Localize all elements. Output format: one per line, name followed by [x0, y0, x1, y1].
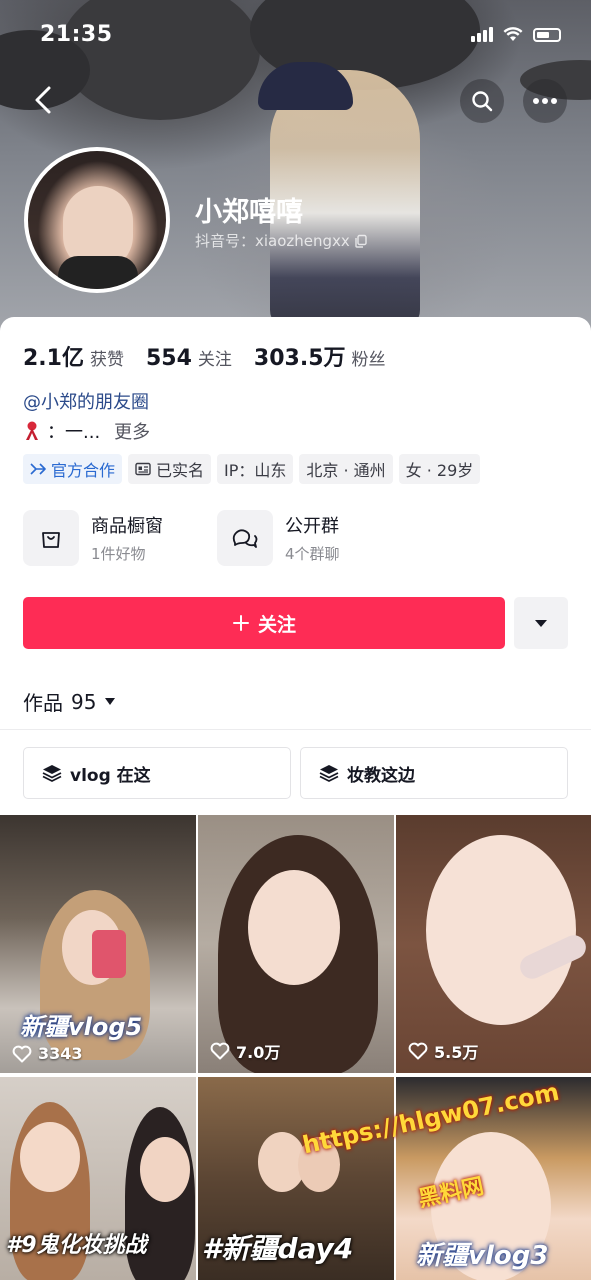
- video-thumbnail[interactable]: 5.5万: [396, 815, 591, 1073]
- tag-location: 北京 · 通州: [299, 454, 393, 484]
- tag-verified-identity: 已实名: [128, 454, 212, 484]
- shortcut-text: 商品橱窗 1件好物: [91, 512, 163, 564]
- heart-icon: [210, 1042, 230, 1060]
- follow-button[interactable]: 关注: [23, 597, 505, 649]
- tag-label: 官方合作: [51, 461, 116, 480]
- search-button[interactable]: [460, 79, 504, 123]
- stat-label: 关注: [197, 350, 232, 370]
- video-caption: #新疆day4: [202, 1232, 354, 1265]
- douyin-id-text: 抖音号：xiaozhengxx: [195, 232, 350, 250]
- shop-window-entry[interactable]: 商品橱窗 1件好物: [23, 510, 163, 566]
- wifi-icon: [503, 27, 523, 41]
- shortcut-icon-box: [217, 510, 273, 566]
- tag-label: 北京 · 通州: [306, 461, 386, 480]
- back-arrow-icon[interactable]: [26, 82, 62, 118]
- stat-followers[interactable]: 303.5万 粉丝: [254, 340, 386, 372]
- shopping-bag-icon: [42, 532, 60, 548]
- profile-tags: 官方合作 已实名 IP：山东 北京 · 通州 女 · 29岁: [23, 454, 481, 484]
- follow-button-label: 关注: [257, 613, 296, 636]
- tag-label: 女 · 29岁: [405, 461, 474, 480]
- video-likes-count: 5.5万: [434, 1043, 479, 1062]
- stat-value: 2.1亿: [23, 346, 84, 371]
- bio-text: ：一...: [47, 422, 101, 443]
- heart-icon: [12, 1045, 32, 1062]
- douyin-id[interactable]: 抖音号：xiaozhengxx: [195, 230, 368, 251]
- chat-bubbles-icon: [232, 529, 258, 548]
- shortcut-text: 公开群 4个群聊: [285, 512, 340, 564]
- official-icon: [30, 463, 46, 475]
- follow-dropdown-button[interactable]: [514, 597, 568, 649]
- collection-vlog[interactable]: vlog 在这: [23, 747, 291, 799]
- thumbnail-phone: [92, 930, 126, 978]
- ribbon-icon: [26, 421, 38, 440]
- more-options-button[interactable]: [523, 79, 567, 123]
- stat-likes[interactable]: 2.1亿 获赞: [23, 340, 124, 372]
- status-bar: 21:35: [0, 0, 591, 60]
- video-caption: 新疆vlog5: [20, 1013, 143, 1041]
- tag-label: 已实名: [156, 461, 205, 480]
- divider: [0, 729, 591, 730]
- status-icons: [471, 26, 561, 42]
- profile-nickname: 小郑嘻嘻: [195, 197, 303, 228]
- video-likes: 7.0万: [210, 1039, 280, 1063]
- tag-label: IP：山东: [224, 461, 287, 480]
- shortcut-title: 公开群: [285, 516, 339, 537]
- thumbnail-face: [20, 1122, 80, 1192]
- battery-icon: [533, 28, 561, 42]
- caret-down-icon: [535, 619, 547, 627]
- stat-label: 获赞: [89, 350, 124, 370]
- shortcut-subtitle: 4个群聊: [285, 545, 340, 563]
- collection-label: vlog 在这: [70, 765, 151, 786]
- copy-icon[interactable]: [354, 234, 368, 248]
- works-count: 95: [71, 689, 97, 714]
- stat-following[interactable]: 554 关注: [146, 345, 232, 371]
- caret-down-icon: [105, 698, 116, 705]
- thumbnail-face: [426, 835, 576, 1025]
- avatar-hand: [58, 256, 138, 289]
- thumbnail-face: [140, 1137, 190, 1202]
- video-thumbnail[interactable]: #9鬼化妆挑战: [0, 1077, 196, 1280]
- stat-value: 554: [145, 346, 192, 371]
- video-likes: 3343: [12, 1044, 83, 1063]
- tag-gender-age: 女 · 29岁: [398, 454, 481, 484]
- collection-makeup[interactable]: 妆教这边: [300, 747, 568, 799]
- tag-ip-location: IP：山东: [217, 454, 294, 484]
- video-likes: 5.5万: [408, 1039, 478, 1063]
- video-caption: #9鬼化妆挑战: [6, 1233, 147, 1258]
- search-icon: [472, 91, 493, 112]
- thumbnail-face: [248, 870, 340, 985]
- bio-more-link[interactable]: 更多: [114, 418, 150, 444]
- id-card-icon: [135, 462, 151, 476]
- status-time: 21:35: [40, 22, 113, 47]
- video-thumbnail[interactable]: 7.0万: [198, 815, 394, 1073]
- shortcut-icon-box: [23, 510, 79, 566]
- bio: ：一... 更多: [23, 418, 150, 444]
- video-likes-count: 3343: [38, 1044, 83, 1063]
- avatar[interactable]: [24, 147, 170, 293]
- video-thumbnail[interactable]: 新疆vlog5 3343: [0, 815, 196, 1073]
- more-dots-icon: [533, 98, 557, 104]
- works-tab-label: 作品: [23, 691, 63, 715]
- collection-label: 妆教这边: [347, 765, 415, 786]
- stat-label: 粉丝: [351, 350, 386, 370]
- video-thumbnail[interactable]: #新疆day4: [198, 1077, 394, 1280]
- tag-official-cooperation[interactable]: 官方合作: [23, 454, 123, 484]
- plus-icon: [232, 615, 249, 631]
- works-tab[interactable]: 作品 95: [23, 687, 116, 716]
- shortcut-subtitle: 1件好物: [91, 545, 146, 563]
- stat-value: 303.5万: [253, 346, 346, 371]
- cellular-signal-icon: [471, 27, 493, 42]
- video-likes-count: 7.0万: [236, 1043, 281, 1062]
- layers-icon: [42, 765, 62, 782]
- layers-icon: [319, 765, 339, 782]
- public-group-entry[interactable]: 公开群 4个群聊: [217, 510, 340, 566]
- friend-circle-link[interactable]: @小郑的朋友圈: [23, 388, 149, 414]
- video-caption: 新疆vlog3: [416, 1241, 549, 1271]
- heart-icon: [408, 1042, 428, 1060]
- stats-row: 2.1亿 获赞 554 关注 303.5万 粉丝: [23, 340, 386, 372]
- shortcut-title: 商品橱窗: [91, 516, 163, 537]
